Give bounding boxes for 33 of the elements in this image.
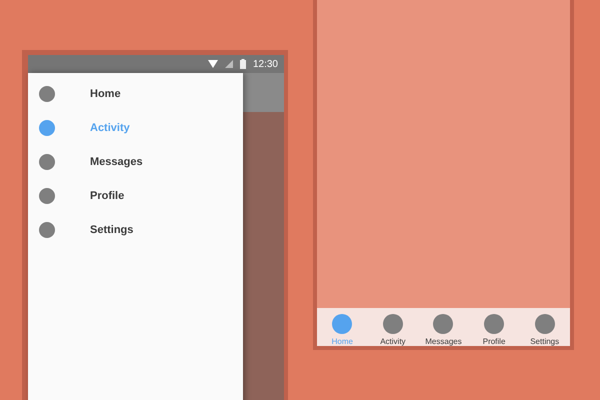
drawer-item-label: Messages [90, 156, 143, 168]
bottom-nav-label: Settings [530, 337, 560, 346]
bottom-nav-label: Messages [425, 337, 462, 346]
drawer-item-label: Home [90, 88, 121, 100]
drawer-item-label: Profile [90, 190, 124, 202]
circle-icon [39, 222, 55, 238]
bottom-nav-item[interactable]: Messages [418, 308, 469, 346]
circle-icon [39, 154, 55, 170]
drawer-item-label: Settings [90, 224, 134, 236]
wifi-icon [208, 60, 218, 68]
bottom-nav-item[interactable]: Activity [368, 308, 418, 346]
circle-icon [433, 314, 454, 334]
signal-icon [224, 60, 233, 68]
circle-icon [39, 188, 55, 204]
circle-icon [382, 314, 403, 334]
circle-icon [39, 120, 55, 136]
bottom-nav-label: Profile [482, 337, 506, 346]
circle-icon [332, 314, 352, 334]
app-bar [243, 73, 284, 112]
drawer-item[interactable]: Profile [28, 179, 243, 213]
circle-icon [39, 86, 55, 102]
bottom-nav-item[interactable]: Profile [468, 308, 520, 346]
drawer-item[interactable]: Settings [28, 213, 243, 247]
circle-icon [534, 314, 555, 334]
bottom-nav-item[interactable]: Settings [519, 308, 570, 346]
bottom-nav-label: Activity [380, 337, 406, 346]
bottom-nav-label: Home [332, 337, 353, 346]
status-time: 12:30 [252, 58, 278, 70]
drawer-item[interactable]: Messages [28, 145, 243, 179]
drawer-item[interactable]: Home [28, 77, 243, 111]
drawer-item-label: Activity [90, 122, 130, 134]
circle-icon [484, 314, 504, 334]
battery-icon [240, 59, 246, 69]
